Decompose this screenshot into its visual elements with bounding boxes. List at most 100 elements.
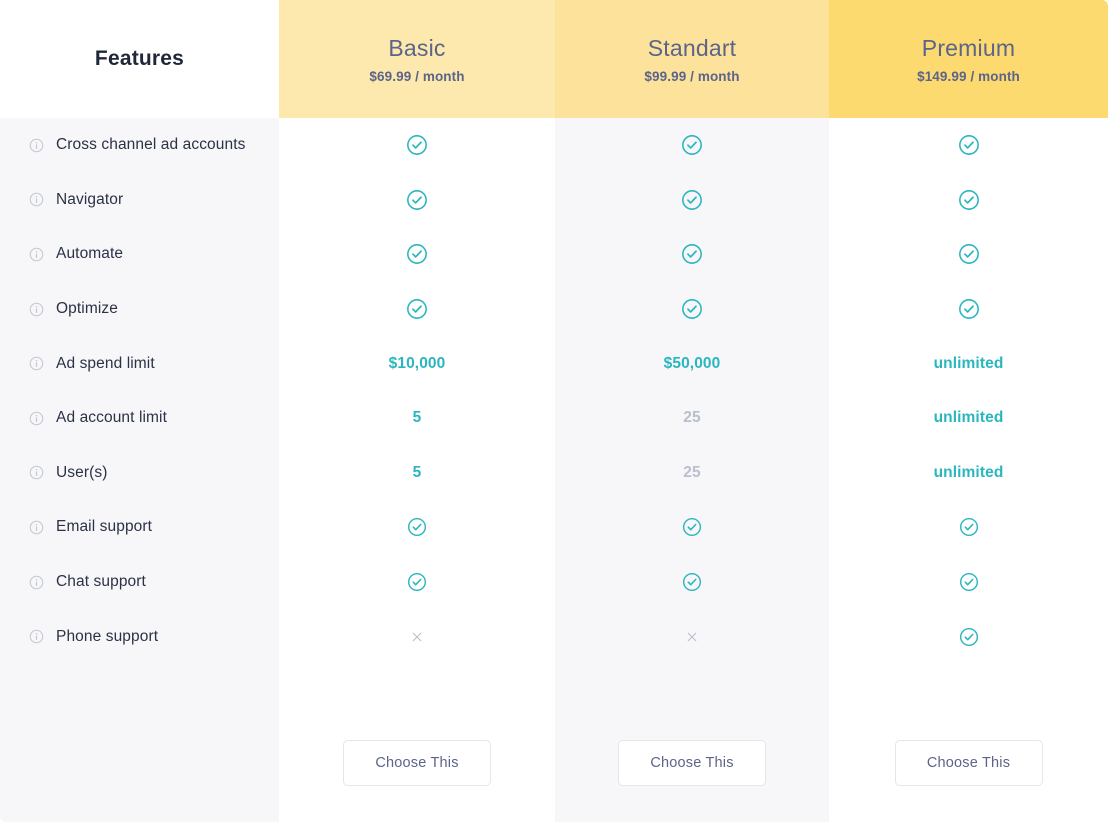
info-circle-icon[interactable] [29,411,44,426]
info-circle-icon[interactable] [29,629,44,644]
feature-label: Optimize [56,300,118,318]
value-cell-standart: 25 [555,446,829,501]
check-circle-icon [681,298,703,320]
check-circle-icon [958,134,980,156]
feature-label: User(s) [56,463,108,481]
feature-row: Navigator [0,173,279,228]
feature-label: Navigator [56,190,124,208]
plan-header-premium: Premium $149.99 / month [829,0,1108,118]
info-circle-icon[interactable] [29,192,44,207]
plan-values-basic: $10,000 5 5 [279,118,555,700]
value-cell-standart [555,282,829,337]
check-circle-icon [406,298,428,320]
feature-row: Chat support [0,555,279,610]
check-circle-icon [958,189,980,211]
value-cell-standart: 25 [555,391,829,446]
check-circle-icon [406,243,428,265]
value-cell-basic [279,609,555,664]
close-x-icon [685,630,699,644]
features-header-title: Features [94,47,185,70]
features-header-cell: Features [0,0,279,118]
close-x-icon [410,630,424,644]
value-cell-premium [829,500,1108,555]
value-cell-basic [279,555,555,610]
plan-column-standart: Standart $99.99 / month $50,000 25 25 Choo… [555,0,829,822]
plan-name-standart: Standart [647,34,737,61]
plan-price-standart: $99.99 / month [644,68,740,84]
value-cell-basic [279,282,555,337]
value-cell-premium [829,227,1108,282]
feature-row: Phone support [0,609,279,664]
check-circle-icon [681,134,703,156]
check-circle-icon [681,243,703,265]
plan-values-standart: $50,000 25 25 [555,118,829,700]
info-circle-icon[interactable] [29,138,44,153]
plan-name-basic: Basic [388,34,446,61]
value-cell-premium: unlimited [829,391,1108,446]
check-circle-icon [959,572,979,592]
feature-row: User(s) [0,446,279,501]
value-cell-basic: $10,000 [279,336,555,391]
value-cell-standart [555,173,829,228]
value-cell-standart [555,555,829,610]
value-text: unlimited [933,409,1004,427]
info-circle-icon[interactable] [29,520,44,535]
value-cell-basic [279,500,555,555]
value-text: 25 [683,409,701,427]
choose-this-button-basic[interactable]: Choose This [343,739,491,786]
value-cell-standart [555,609,829,664]
plan-footer-standart: Choose This [555,700,829,822]
plan-name-premium: Premium [921,34,1016,61]
value-cell-standart [555,118,829,173]
choose-this-button-standart[interactable]: Choose This [618,739,766,786]
check-circle-icon [681,189,703,211]
value-cell-basic: 5 [279,446,555,501]
feature-label: Email support [56,518,153,536]
info-circle-icon[interactable] [29,302,44,317]
value-cell-premium [829,282,1108,337]
feature-row: Optimize [0,282,279,337]
features-list: Cross channel ad accounts Navigator Automa… [0,118,279,723]
value-cell-premium [829,173,1108,228]
check-circle-icon [407,572,427,592]
check-circle-icon [406,134,428,156]
feature-row: Cross channel ad accounts [0,118,279,173]
check-circle-icon [407,517,427,537]
check-circle-icon [959,517,979,537]
feature-label: Cross channel ad accounts [56,136,246,154]
value-text: $50,000 [663,354,721,372]
check-circle-icon [682,517,702,537]
check-circle-icon [682,572,702,592]
feature-label: Ad spend limit [56,354,155,372]
value-cell-standart [555,227,829,282]
plan-column-basic: Basic $69.99 / month $10,000 5 5 Choose Th… [279,0,555,822]
feature-label: Automate [56,245,124,263]
value-text: 5 [412,463,422,481]
feature-label: Phone support [56,627,159,645]
info-circle-icon[interactable] [29,465,44,480]
plan-header-basic: Basic $69.99 / month [279,0,555,118]
info-circle-icon[interactable] [29,356,44,371]
value-cell-standart: $50,000 [555,336,829,391]
value-text: 5 [412,409,422,427]
check-circle-icon [406,189,428,211]
value-text: 25 [683,463,701,481]
features-column: Features Cross channel ad accounts Naviga… [0,0,279,822]
plan-header-standart: Standart $99.99 / month [555,0,829,118]
plan-column-premium: Premium $149.99 / month unlimited unlimit… [829,0,1108,822]
value-cell-standart [555,500,829,555]
info-circle-icon[interactable] [29,247,44,262]
feature-label: Chat support [56,573,146,591]
plan-price-premium: $149.99 / month [917,68,1020,84]
info-circle-icon[interactable] [29,575,44,590]
value-cell-premium [829,555,1108,610]
plan-values-premium: unlimited unlimited unlimited [829,118,1108,700]
plan-price-basic: $69.99 / month [369,68,465,84]
value-cell-premium: unlimited [829,336,1108,391]
feature-row: Ad spend limit [0,336,279,391]
feature-row: Email support [0,500,279,555]
choose-this-button-premium[interactable]: Choose This [894,739,1043,786]
plan-footer-basic: Choose This [279,700,555,822]
value-cell-basic [279,227,555,282]
value-cell-basic [279,118,555,173]
